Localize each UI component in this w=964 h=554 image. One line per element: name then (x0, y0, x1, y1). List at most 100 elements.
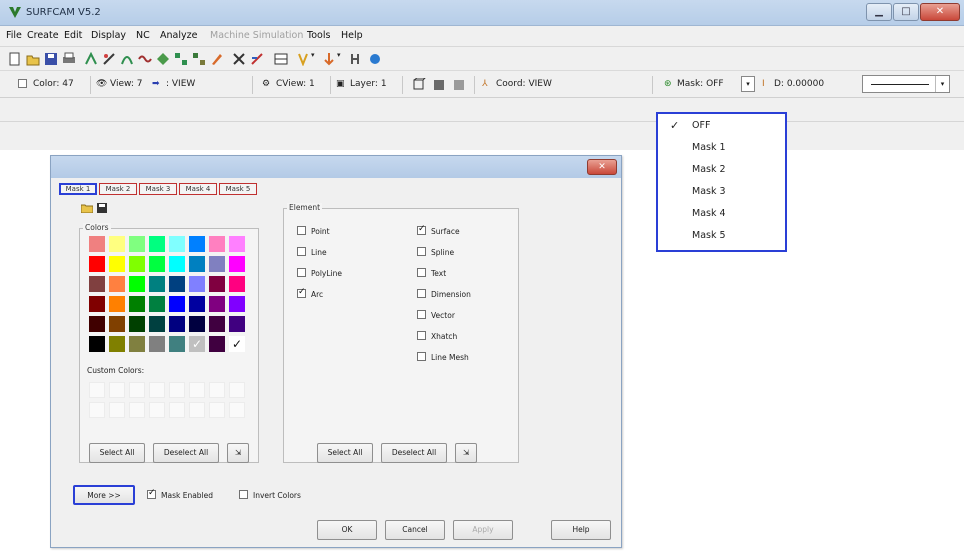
more-button[interactable]: More >> (73, 485, 135, 505)
custom-color-swatch[interactable] (229, 402, 245, 418)
custom-color-swatch[interactable] (129, 402, 145, 418)
color-swatch[interactable] (109, 316, 125, 332)
dialog-close-button[interactable]: ✕ (587, 159, 617, 175)
ok-button[interactable]: OK (317, 520, 377, 540)
element-line-mesh-checkbox[interactable]: Line Mesh (417, 352, 469, 362)
element-polyline-checkbox[interactable]: PolyLine (297, 268, 342, 278)
mask-option-1[interactable]: Mask 1 (658, 138, 785, 158)
custom-color-swatch[interactable] (149, 382, 165, 398)
shaded-view-icon[interactable] (432, 78, 446, 92)
element-text-checkbox[interactable]: Text (417, 268, 446, 278)
close-button[interactable]: ✕ (920, 3, 960, 21)
mask-enabled-checkbox[interactable]: ✓ Mask Enabled (147, 488, 213, 500)
color-swatch[interactable] (229, 296, 245, 312)
element-deselect-all-button[interactable]: Deselect All (381, 443, 447, 463)
custom-color-swatch[interactable] (189, 402, 205, 418)
color-swatch[interactable]: ✓ (229, 336, 245, 352)
colors-pick-button[interactable]: ⇲ (227, 443, 249, 463)
tool-path-dropdown-arrow[interactable]: ▾ (337, 51, 341, 59)
print-icon[interactable] (62, 52, 76, 66)
mask-option-off[interactable]: ✓ OFF (658, 116, 785, 136)
line-tool-icon[interactable] (102, 52, 116, 66)
view-field[interactable]: View: 7 (110, 79, 142, 89)
rotate-icon[interactable] (192, 52, 206, 66)
element-spline-checkbox[interactable]: Spline (417, 247, 454, 257)
menu-machine-simulation[interactable]: Machine Simulation (210, 30, 303, 41)
verify-icon[interactable] (348, 52, 362, 66)
element-line-checkbox[interactable]: Line (297, 247, 327, 257)
color-swatch[interactable] (169, 276, 185, 292)
color-swatch[interactable] (189, 316, 205, 332)
custom-color-swatch[interactable] (229, 382, 245, 398)
element-surface-checkbox[interactable]: ✓ Surface (417, 224, 460, 236)
color-swatch[interactable] (109, 336, 125, 352)
tab-mask-4[interactable]: Mask 4 (179, 183, 217, 195)
color-swatch[interactable] (209, 296, 225, 312)
maximize-button[interactable]: □ (893, 3, 919, 21)
color-swatch[interactable] (89, 336, 105, 352)
menu-display[interactable]: Display (91, 30, 126, 41)
color-swatch[interactable] (209, 256, 225, 272)
custom-color-swatch[interactable] (89, 402, 105, 418)
color-checkbox[interactable] (18, 79, 31, 90)
color-swatch[interactable] (89, 256, 105, 272)
menu-help[interactable]: Help (341, 30, 363, 41)
edit-tool-icon[interactable] (210, 52, 224, 66)
element-xhatch-checkbox[interactable]: Xhatch (417, 331, 457, 341)
color-swatch[interactable] (169, 316, 185, 332)
tab-mask-1[interactable]: Mask 1 (59, 183, 97, 195)
view-name-field[interactable]: : VIEW (166, 79, 195, 89)
custom-color-swatch[interactable] (189, 382, 205, 398)
menu-nc[interactable]: NC (136, 30, 150, 41)
tab-mask-3[interactable]: Mask 3 (139, 183, 177, 195)
color-swatch[interactable] (89, 316, 105, 332)
color-swatch[interactable] (109, 236, 125, 252)
color-swatch[interactable] (189, 296, 205, 312)
menu-analyze[interactable]: Analyze (160, 30, 197, 41)
color-swatch[interactable] (169, 256, 185, 272)
shaded-view-2-icon[interactable] (452, 78, 466, 92)
element-arc-checkbox[interactable]: ✓ Arc (297, 287, 323, 299)
custom-color-swatch[interactable] (129, 382, 145, 398)
mask-option-3[interactable]: Mask 3 (658, 182, 785, 202)
post-process-icon[interactable] (368, 52, 382, 66)
transform-icon[interactable] (174, 52, 188, 66)
tab-mask-5[interactable]: Mask 5 (219, 183, 257, 195)
mask-option-2[interactable]: Mask 2 (658, 160, 785, 180)
tool-path-icon[interactable] (322, 52, 336, 66)
wireframe-view-icon[interactable] (412, 78, 426, 92)
color-swatch[interactable] (149, 236, 165, 252)
color-swatch[interactable] (89, 276, 105, 292)
custom-color-swatch[interactable] (169, 402, 185, 418)
color-swatch[interactable] (169, 296, 185, 312)
element-pick-button[interactable]: ⇲ (455, 443, 477, 463)
menu-file[interactable]: File (6, 30, 22, 41)
point-tool-icon[interactable] (84, 52, 98, 66)
invert-colors-checkbox[interactable]: Invert Colors (239, 490, 301, 500)
color-swatch[interactable] (89, 296, 105, 312)
color-swatch[interactable] (229, 236, 245, 252)
minimize-button[interactable]: ▁ (866, 3, 892, 21)
color-swatch[interactable] (189, 236, 205, 252)
color-swatch[interactable] (89, 236, 105, 252)
mask-option-4[interactable]: Mask 4 (658, 204, 785, 224)
mask-field[interactable]: Mask: OFF (677, 79, 724, 89)
color-swatch[interactable] (149, 276, 165, 292)
menu-tools[interactable]: Tools (307, 30, 330, 41)
menu-edit[interactable]: Edit (64, 30, 82, 41)
depth-field[interactable]: D: 0.00000 (774, 79, 824, 89)
element-point-checkbox[interactable]: Point (297, 226, 330, 236)
new-file-icon[interactable] (8, 52, 22, 66)
element-dimension-checkbox[interactable]: Dimension (417, 289, 471, 299)
color-swatch[interactable] (129, 296, 145, 312)
custom-color-swatch[interactable] (149, 402, 165, 418)
element-vector-checkbox[interactable]: Vector (417, 310, 455, 320)
color-swatch[interactable] (149, 256, 165, 272)
arc-tool-icon[interactable] (120, 52, 134, 66)
spline-tool-icon[interactable] (138, 52, 152, 66)
coord-field[interactable]: Coord: VIEW (496, 79, 552, 89)
menu-create[interactable]: Create (27, 30, 59, 41)
mask-dropdown-button[interactable]: ▾ (741, 76, 755, 92)
color-swatch[interactable] (109, 296, 125, 312)
surface-tool-icon[interactable] (156, 52, 170, 66)
